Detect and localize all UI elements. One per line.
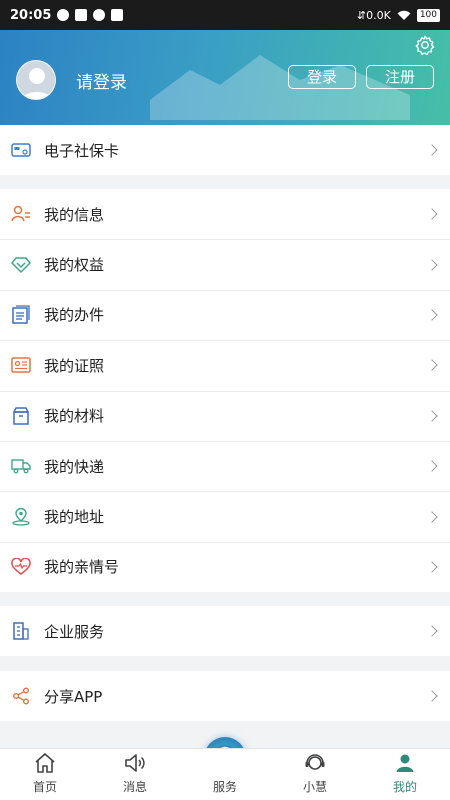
location-icon: [11, 507, 31, 527]
tab-label: 服务: [212, 780, 237, 794]
chevron-right-icon: [426, 309, 438, 321]
list-item-my-licenses[interactable]: 我的证照: [0, 340, 450, 390]
list-item-label: 电子社保卡: [44, 141, 120, 160]
status-bar: 20:05 ⇵0.0K 100: [0, 0, 450, 30]
list-item-label: 我的信息: [44, 205, 105, 224]
chevron-right-icon: [426, 561, 438, 573]
list-item-my-info[interactable]: 我的信息: [0, 189, 450, 239]
tab-mine[interactable]: 我的: [360, 749, 450, 800]
chevron-right-icon: [426, 625, 438, 637]
list-item-my-materials[interactable]: 我的材料: [0, 390, 450, 441]
tab-assistant[interactable]: 小慧: [270, 749, 360, 800]
tab-label: 我的: [392, 780, 417, 794]
chevron-right-icon: [426, 208, 438, 220]
documents-icon: [11, 305, 31, 325]
chevron-right-icon: [426, 410, 438, 422]
notification-icon: [57, 9, 70, 21]
list-item-label: 我的证照: [44, 356, 105, 375]
list-item-label: 我的办件: [44, 306, 105, 325]
list-item-my-family-number[interactable]: 我的亲情号: [0, 541, 450, 592]
message-icon: [93, 9, 106, 21]
list-item-social-card[interactable]: 电子社保卡: [0, 125, 450, 175]
avatar[interactable]: [16, 60, 56, 100]
battery-indicator: 100: [416, 8, 440, 22]
list-item-my-rights[interactable]: 我的权益: [0, 239, 450, 289]
list-item-label: 我的地址: [44, 508, 105, 527]
profile-header: 请登录 登录 注册: [0, 30, 450, 125]
heart-icon: [11, 557, 31, 577]
list-item-label: 我的材料: [44, 407, 105, 426]
chevron-right-icon: [426, 510, 438, 523]
building-icon: [11, 621, 31, 641]
home-icon: [35, 753, 55, 773]
list-item-share-app[interactable]: 分享APP: [0, 671, 450, 721]
login-button[interactable]: 登录: [288, 65, 356, 89]
list-item-label: 我的亲情号: [44, 558, 120, 577]
chevron-right-icon: [426, 460, 438, 472]
tab-services[interactable]: 服务: [180, 749, 270, 800]
status-time: 20:05: [10, 7, 52, 23]
card-section: 电子社保卡: [0, 125, 450, 176]
user-icon: [396, 754, 414, 772]
chevron-right-icon: [426, 144, 438, 156]
assistant-icon: [305, 754, 325, 770]
tab-label: 消息: [122, 780, 147, 794]
id-card-icon: [11, 355, 31, 375]
bottom-navigation: 首页 消息 服务 小慧 我的: [0, 748, 450, 800]
business-section: 企业服务: [0, 606, 450, 657]
settings-gear-icon[interactable]: [414, 34, 436, 56]
box-icon: [11, 406, 31, 426]
tab-label: 小慧: [302, 780, 327, 794]
wifi-icon: [397, 10, 411, 20]
speaker-icon: [125, 754, 145, 772]
list-item-label: 分享APP: [44, 687, 103, 706]
share-icon: [11, 686, 31, 706]
list-item-enterprise-service[interactable]: 企业服务: [0, 606, 450, 656]
list-item-my-express[interactable]: 我的快递: [0, 440, 450, 491]
image-icon: [111, 9, 124, 21]
login-prompt[interactable]: 请登录: [76, 68, 127, 93]
list-item-my-cases[interactable]: 我的办件: [0, 289, 450, 340]
chevron-right-icon: [426, 359, 438, 372]
chevron-right-icon: [426, 258, 438, 271]
social-card-icon: [11, 140, 31, 160]
list-item-label: 我的快递: [44, 457, 105, 476]
truck-icon: [11, 456, 31, 476]
list-item-label: 我的权益: [44, 256, 105, 275]
tab-home[interactable]: 首页: [0, 749, 90, 800]
share-section: 分享APP: [0, 671, 450, 722]
network-speed: ⇵0.0K: [356, 8, 391, 22]
list-item-my-address[interactable]: 我的地址: [0, 491, 450, 541]
person-info-icon: [11, 204, 31, 224]
tab-messages[interactable]: 消息: [90, 749, 180, 800]
mine-section: 我的信息 我的权益 我的办件 我的证照 我的材料 我的快递 我的地址 我的亲情号: [0, 189, 450, 593]
register-button[interactable]: 注册: [366, 65, 434, 89]
android-icon: [75, 9, 88, 21]
diamond-icon: [11, 255, 31, 275]
chevron-right-icon: [426, 690, 438, 702]
list-item-label: 企业服务: [44, 622, 105, 641]
tab-label: 首页: [32, 780, 57, 794]
avatar-person-icon: [21, 68, 53, 99]
